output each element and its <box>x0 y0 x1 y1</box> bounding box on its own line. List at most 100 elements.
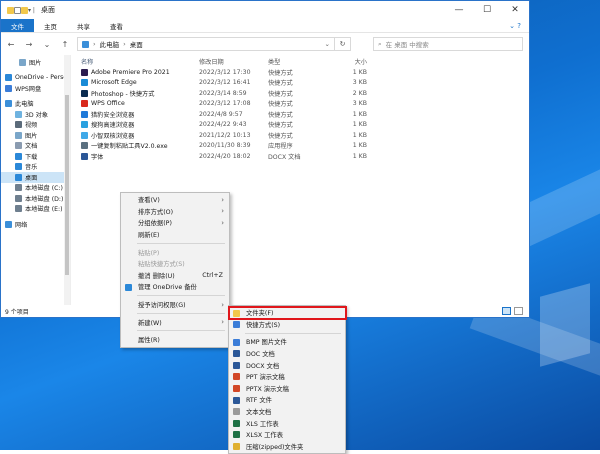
new-folder-icon[interactable] <box>21 6 28 14</box>
sidebar-item[interactable]: 视频 <box>1 120 70 131</box>
context-menu-item[interactable]: 查看(V) › <box>121 194 229 206</box>
context-menu-item[interactable]: 分组依据(P) › <box>121 217 229 229</box>
context-menu-item[interactable]: 粘贴(P) <box>121 246 229 258</box>
sidebar-item-label: OneDrive - Perso <box>15 74 68 82</box>
menu-item-label: 压缩(zipped)文件夹 <box>246 443 304 451</box>
up-button[interactable]: ↑ <box>59 40 71 49</box>
back-button[interactable]: ← <box>5 40 17 49</box>
file-row[interactable]: 猎豹安全浏览器 2022/4/8 9:57 快捷方式 1 KB <box>81 109 529 120</box>
sidebar-item[interactable]: 图片 <box>1 57 70 68</box>
sidebar-item[interactable]: 3D 对象 <box>1 109 70 120</box>
navigation-scrollbar[interactable] <box>64 55 70 305</box>
expand-ribbon-icon[interactable]: ⌄ <box>509 22 515 30</box>
context-menu-item[interactable]: 授予访问权限(G) › <box>121 299 229 311</box>
search-input[interactable]: ⌕ 在 桌面 中搜索 <box>373 37 523 51</box>
new-submenu-item[interactable]: 快捷方式(S) <box>229 319 345 331</box>
file-row[interactable]: 搜狗高速浏览器 2022/4/22 9:43 快捷方式 1 KB <box>81 120 529 131</box>
file-icon <box>81 68 88 76</box>
large-icons-view-button[interactable] <box>514 307 523 315</box>
new-submenu-item[interactable]: RTF 文件 <box>229 394 345 406</box>
breadcrumb-desktop[interactable]: 桌面 <box>130 39 143 49</box>
context-menu-item[interactable]: 刷新(E) <box>121 229 229 241</box>
address-box[interactable]: › 此电脑 › 桌面 ⌄ <box>77 37 335 51</box>
sidebar-item[interactable]: 本地磁盘 (D:) <box>1 193 70 204</box>
context-menu-item[interactable]: 新建(W) › <box>121 316 229 328</box>
new-submenu-item[interactable]: PPT 演示文稿 <box>229 371 345 383</box>
forward-button[interactable]: → <box>23 40 35 49</box>
address-bar-row: ← → ⌄ ↑ › 此电脑 › 桌面 ⌄ ↻ ⌕ 在 桌面 中搜索 <box>1 33 529 55</box>
sidebar-item-icon <box>5 220 12 228</box>
new-submenu-item[interactable]: 文本文档 <box>229 406 345 418</box>
submenu-arrow-icon: › <box>221 195 224 204</box>
sidebar-item[interactable]: OneDrive - Perso <box>1 73 70 84</box>
tab-file[interactable]: 文件 <box>1 19 34 32</box>
sidebar-item[interactable]: 此电脑 <box>1 99 70 110</box>
new-submenu-item[interactable]: DOCX 文档 <box>229 359 345 371</box>
context-menu-item[interactable]: 属性(R) <box>121 334 229 346</box>
sidebar-item-icon <box>5 84 12 92</box>
help-icon[interactable]: ? <box>517 22 521 30</box>
file-name: 小智双核浏览器 <box>91 132 135 140</box>
tab-share[interactable]: 共享 <box>67 19 100 32</box>
menu-item-label: 排序方式(O) <box>138 208 174 216</box>
context-menu-item[interactable]: 排序方式(O) › <box>121 206 229 218</box>
sidebar-item[interactable]: WPS网盘 <box>1 83 70 94</box>
file-date: 2022/4/22 9:43 <box>199 121 247 129</box>
file-icon <box>81 131 88 139</box>
scrollbar-thumb[interactable] <box>65 95 69 275</box>
file-row[interactable]: 字体 2022/4/20 18:02 DOCX 文档 1 KB <box>81 151 529 162</box>
maximize-button[interactable]: ☐ <box>473 5 501 15</box>
properties-icon[interactable] <box>14 6 21 14</box>
sidebar-item[interactable]: 网络 <box>1 219 70 230</box>
column-type[interactable]: 类型 <box>268 57 327 66</box>
file-row[interactable]: 一键复制粘贴工具V2.0.exe 2020/11/30 8:39 应用程序 1 KB <box>81 141 529 152</box>
annotation-highlight-box <box>228 306 347 320</box>
sidebar-item[interactable]: 本地磁盘 (C:) <box>1 183 70 194</box>
context-menu-item[interactable]: 粘贴快捷方式(S) <box>121 258 229 270</box>
sidebar-item[interactable]: 桌面 <box>1 172 70 183</box>
sidebar-item[interactable]: 音乐 <box>1 162 70 173</box>
tab-view[interactable]: 查看 <box>100 19 133 32</box>
sidebar-item-label: 图片 <box>29 59 42 67</box>
details-view-button[interactable] <box>502 307 511 315</box>
minimize-button[interactable]: — <box>445 5 473 15</box>
new-submenu-item[interactable]: XLSX 工作表 <box>229 429 345 441</box>
column-name[interactable]: 名称 <box>81 57 199 66</box>
new-submenu-item[interactable]: 压缩(zipped)文件夹 <box>229 441 345 453</box>
tab-home[interactable]: 主页 <box>34 19 67 32</box>
new-submenu-item[interactable]: PPTX 演示文稿 <box>229 383 345 395</box>
menu-item-label: 撤消 删除(U) <box>138 272 175 280</box>
sidebar-item-label: 3D 对象 <box>25 111 49 119</box>
column-size[interactable]: 大小 <box>327 57 367 66</box>
windows-logo-pane <box>540 283 590 367</box>
menu-item-icon <box>233 361 240 369</box>
close-button[interactable]: ✕ <box>501 5 529 15</box>
computer-icon <box>82 40 89 48</box>
file-row[interactable]: 小智双核浏览器 2021/12/2 10:13 快捷方式 1 KB <box>81 130 529 141</box>
sidebar-item[interactable]: 下载 <box>1 151 70 162</box>
context-menu-item[interactable]: 管理 OneDrive 备份 <box>121 281 229 293</box>
file-row[interactable]: WPS Office 2022/3/12 17:08 快捷方式 3 KB <box>81 99 529 110</box>
sidebar-item[interactable]: 本地磁盘 (E:) <box>1 204 70 215</box>
sidebar-item[interactable]: 图片 <box>1 130 70 141</box>
file-row[interactable]: Photoshop - 快捷方式 2022/3/14 8:59 快捷方式 2 KB <box>81 88 529 99</box>
recent-locations-icon[interactable]: ⌄ <box>41 40 53 49</box>
file-type: 快捷方式 <box>268 111 293 119</box>
address-dropdown-icon[interactable]: ⌄ <box>325 40 330 48</box>
item-count: 9 个项目 <box>5 308 29 316</box>
sidebar-item-icon <box>19 58 26 66</box>
file-row[interactable]: Adobe Premiere Pro 2021 2022/3/12 17:30 快捷… <box>81 67 529 78</box>
new-submenu-item[interactable]: DOC 文档 <box>229 348 345 360</box>
sidebar-item-icon <box>15 205 22 213</box>
breadcrumb-this-pc[interactable]: 此电脑 <box>100 39 120 49</box>
new-submenu-item[interactable]: XLS 工作表 <box>229 417 345 429</box>
quick-access-dropdown-icon[interactable]: ▾ | <box>28 7 35 14</box>
refresh-button[interactable]: ↻ <box>335 37 351 51</box>
sidebar-item-label: 文档 <box>25 143 38 151</box>
column-date[interactable]: 修改日期 <box>199 57 268 66</box>
context-menu-item[interactable]: 撤消 删除(U) Ctrl+Z <box>121 270 229 282</box>
new-submenu-item[interactable]: BMP 图片文件 <box>229 336 345 348</box>
sidebar-item[interactable]: 文档 <box>1 141 70 152</box>
file-row[interactable]: Microsoft Edge 2022/3/12 16:41 快捷方式 3 KB <box>81 78 529 89</box>
file-name: WPS Office <box>91 100 125 108</box>
